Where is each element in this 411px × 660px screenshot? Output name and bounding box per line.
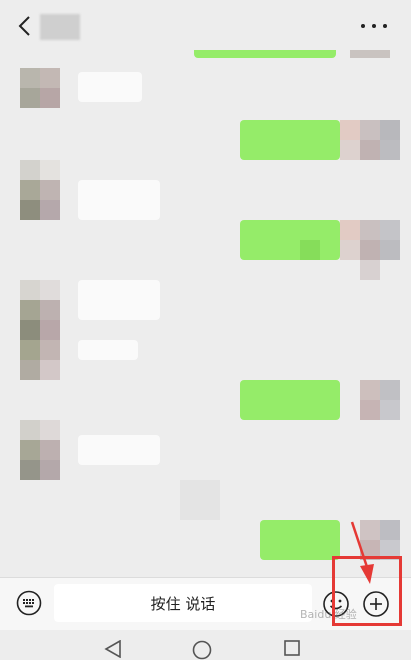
hold-to-talk-button[interactable]: 按住 说话 <box>54 584 312 622</box>
message-bubble-other <box>78 180 160 220</box>
chevron-left-icon[interactable] <box>16 15 34 37</box>
watermark: Baidu 经验 <box>300 608 357 621</box>
nav-home-icon[interactable] <box>192 640 212 660</box>
message-bubble-other <box>78 72 142 102</box>
avatar[interactable] <box>340 220 400 280</box>
avatar[interactable] <box>20 68 60 108</box>
message-bubble-other <box>78 340 138 360</box>
message-bubble-other <box>78 435 160 465</box>
message-fragment <box>180 480 220 520</box>
message-bubble-self <box>240 120 340 160</box>
nav-back-icon[interactable] <box>104 640 122 658</box>
chat-title-blurred <box>40 14 80 40</box>
avatar[interactable] <box>340 370 400 420</box>
avatar[interactable] <box>20 280 60 380</box>
avatar[interactable] <box>20 420 60 480</box>
message-bubble-other <box>78 280 160 320</box>
message-bubble-self <box>240 220 340 260</box>
avatar[interactable] <box>20 160 60 220</box>
keyboard-icon[interactable] <box>16 590 42 616</box>
more-dots-icon[interactable] <box>361 14 387 38</box>
chat-message-list[interactable] <box>0 50 411 577</box>
message-bubble-self <box>240 380 340 420</box>
message-bubble-self-shade <box>300 240 320 260</box>
chat-header <box>0 0 411 50</box>
system-nav-bar <box>0 630 411 660</box>
message-bubble-self <box>260 520 340 560</box>
nav-recent-icon[interactable] <box>284 640 300 656</box>
message-bubble-self <box>194 50 336 58</box>
avatar[interactable] <box>350 50 390 58</box>
avatar[interactable] <box>340 120 400 160</box>
